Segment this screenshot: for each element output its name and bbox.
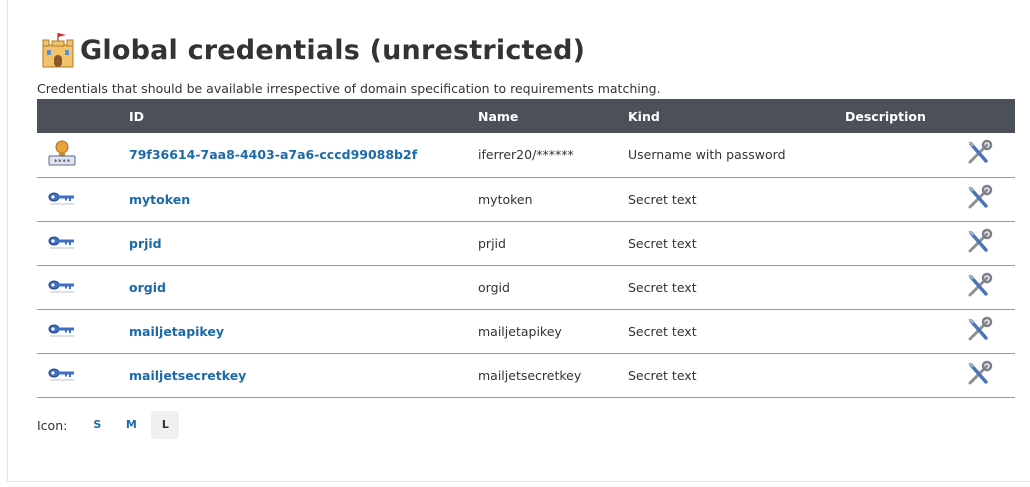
key-icon: [47, 368, 77, 387]
credential-description: [845, 309, 965, 353]
header-id[interactable]: ID: [129, 99, 478, 133]
table-row: mailjetapikey mailjetapikey Secret text: [37, 309, 1015, 353]
credential-kind: Secret text: [628, 191, 697, 207]
credential-name: prjid: [478, 235, 506, 251]
configure-tools-icon[interactable]: [965, 228, 993, 256]
credential-kind: Secret text: [628, 235, 697, 251]
header-icon: [37, 99, 129, 133]
credential-id-link[interactable]: mytoken: [129, 192, 190, 207]
credential-id-link[interactable]: 79f36614-7aa8-4403-a7a6-cccd99088b2f: [129, 147, 417, 162]
credential-name: orgid: [478, 279, 510, 295]
icon-size-medium-button[interactable]: M: [117, 411, 145, 439]
key-icon: [47, 192, 77, 211]
configure-tools-icon[interactable]: [965, 272, 993, 300]
credential-kind: Secret text: [628, 279, 697, 295]
header-actions: [965, 99, 1015, 133]
header-kind[interactable]: Kind: [628, 99, 845, 133]
credential-kind: Secret text: [628, 323, 697, 339]
credential-description: [845, 177, 965, 221]
credentials-table: ID Name Kind Description **** 79f36614-7…: [37, 99, 1015, 398]
credential-name: iferrer20/******: [478, 147, 574, 163]
key-icon: [47, 236, 77, 255]
credential-description: [845, 353, 965, 397]
header-description[interactable]: Description: [845, 99, 965, 133]
page-description: Credentials that should be available irr…: [37, 81, 661, 96]
icon-size-small-button[interactable]: S: [83, 411, 111, 439]
table-row: mytoken mytoken Secret text: [37, 177, 1015, 221]
table-row: orgid orgid Secret text: [37, 265, 1015, 309]
credential-id-link[interactable]: prjid: [129, 236, 162, 251]
credential-description: [845, 221, 965, 265]
certificate-password-icon: ****: [47, 140, 77, 170]
row-icon-cell: [37, 177, 129, 221]
page-title: Global credentials (unrestricted): [80, 34, 586, 66]
icon-size-label: Icon:: [37, 417, 68, 433]
credential-name: mailjetsecretkey: [478, 367, 582, 383]
row-icon-cell: [37, 353, 129, 397]
configure-tools-icon[interactable]: [965, 316, 993, 344]
table-row: mailjetsecretkey mailjetsecretkey Secret…: [37, 353, 1015, 397]
content-frame-left-border: [7, 0, 8, 481]
table-row: prjid prjid Secret text: [37, 221, 1015, 265]
castle-icon: [40, 31, 76, 69]
row-icon-cell: ****: [37, 133, 129, 177]
configure-tools-icon[interactable]: [965, 139, 993, 167]
credential-kind: Username with password: [628, 147, 786, 163]
key-icon: [47, 280, 77, 299]
key-icon: [47, 324, 77, 343]
credential-id-link[interactable]: mailjetsecretkey: [129, 368, 246, 383]
row-icon-cell: [37, 265, 129, 309]
page-header: Global credentials (unrestricted): [40, 30, 585, 70]
row-icon-cell: [37, 221, 129, 265]
credential-description: [845, 133, 965, 177]
credential-name: mailjetapikey: [478, 323, 562, 339]
credential-id-link[interactable]: orgid: [129, 280, 166, 295]
credential-name: mytoken: [478, 191, 533, 207]
credential-kind: Secret text: [628, 367, 697, 383]
icon-size-large-button[interactable]: L: [151, 411, 180, 439]
credential-description: [845, 265, 965, 309]
table-row: **** 79f36614-7aa8-4403-a7a6-cccd99088b2…: [37, 133, 1015, 177]
table-header-row: ID Name Kind Description: [37, 99, 1015, 133]
credential-id-link[interactable]: mailjetapikey: [129, 324, 224, 339]
icon-size-selector: Icon: S M L: [37, 411, 185, 439]
configure-tools-icon[interactable]: [965, 184, 993, 212]
configure-tools-icon[interactable]: [965, 360, 993, 388]
svg-text:****: ****: [54, 158, 71, 166]
row-icon-cell: [37, 309, 129, 353]
header-name[interactable]: Name: [478, 99, 628, 133]
content-frame-bottom-border: [7, 481, 1030, 482]
